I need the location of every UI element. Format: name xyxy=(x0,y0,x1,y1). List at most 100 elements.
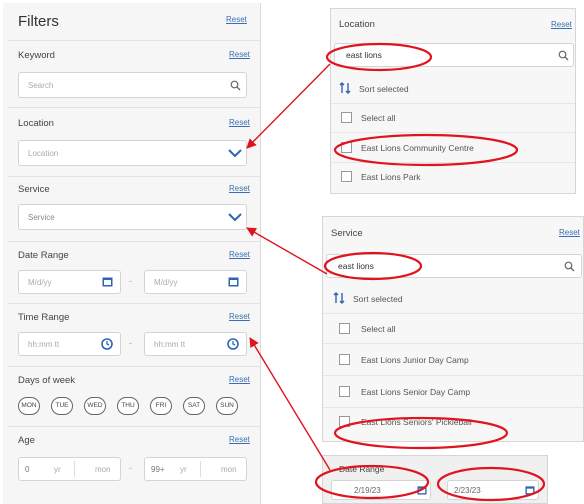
age-to-month-unit: mon xyxy=(221,465,237,474)
age-to-value: 99+ xyxy=(151,465,165,474)
location-sort-selected-button[interactable]: Sort selected xyxy=(359,84,409,94)
date-popup-to-input[interactable]: 2/23/23 xyxy=(447,480,539,500)
service-item-label: East Lions Senior Day Camp xyxy=(361,387,471,397)
date-to-input[interactable]: M/d/yy xyxy=(144,270,247,294)
location-select-all-checkbox[interactable] xyxy=(341,112,352,123)
time-range-separator: - xyxy=(129,338,132,348)
divider xyxy=(8,176,260,177)
service-sort-selected-button[interactable]: Sort selected xyxy=(353,294,403,304)
service-popup-reset-link[interactable]: Reset xyxy=(559,228,580,237)
divider xyxy=(323,343,583,344)
date-from-placeholder: M/d/yy xyxy=(28,278,52,287)
date-range-reset-link[interactable]: Reset xyxy=(229,250,250,259)
divider xyxy=(8,366,260,367)
age-separator: - xyxy=(129,463,132,473)
time-from-placeholder: hh:mm tt xyxy=(28,340,60,349)
service-reset-link[interactable]: Reset xyxy=(229,184,250,193)
time-to-placeholder: hh:mm tt xyxy=(154,340,186,349)
service-label: Service xyxy=(18,184,50,195)
service-item-checkbox[interactable] xyxy=(339,416,350,427)
date-popup-to-value: 2/23/23 xyxy=(454,486,481,495)
reset-all-link[interactable]: Reset xyxy=(226,15,247,24)
location-search-value: east lions xyxy=(346,50,382,60)
age-from-unit: yr xyxy=(54,465,61,474)
time-range-reset-link[interactable]: Reset xyxy=(229,312,250,321)
age-to-input[interactable]: 99+ yr mon xyxy=(144,457,247,481)
service-search-input[interactable]: east lions xyxy=(326,254,582,278)
service-item-checkbox[interactable] xyxy=(339,354,350,365)
day-toggle-mon[interactable]: MON xyxy=(18,397,40,415)
date-range-separator: - xyxy=(129,276,132,286)
days-of-week-label: Days of week xyxy=(18,375,76,386)
time-range-label: Time Range xyxy=(18,312,70,323)
service-dropdown[interactable]: Service xyxy=(18,204,247,230)
divider xyxy=(8,426,260,427)
location-item-label: East Lions Park xyxy=(361,172,421,182)
age-from-value: 0 xyxy=(25,465,30,474)
keyword-reset-link[interactable]: Reset xyxy=(229,50,250,59)
date-from-input[interactable]: M/d/yy xyxy=(18,270,121,294)
day-toggle-fri[interactable]: FRI xyxy=(150,397,172,415)
location-item-checkbox[interactable] xyxy=(341,142,352,153)
filters-title: Filters xyxy=(18,13,59,30)
divider xyxy=(200,461,201,477)
age-reset-link[interactable]: Reset xyxy=(229,435,250,444)
divider xyxy=(8,40,260,41)
service-filter-popup: Service Reset east lions Sort selected S… xyxy=(322,216,584,442)
day-toggle-tue[interactable]: TUE xyxy=(51,397,73,415)
sort-selected-icon xyxy=(333,292,347,304)
date-popup-from-value: 2/19/23 xyxy=(354,486,381,495)
clock-icon xyxy=(227,338,239,350)
calendar-icon xyxy=(417,486,427,495)
keyword-search-input[interactable]: Search xyxy=(18,72,247,98)
service-item-label: East Lions Junior Day Camp xyxy=(361,355,469,365)
day-toggle-sun[interactable]: SUN xyxy=(216,397,238,415)
location-item-label: East Lions Community Centre xyxy=(361,143,474,153)
date-range-label: Date Range xyxy=(18,250,69,261)
clock-icon xyxy=(101,338,113,350)
service-item-label: East Lions Seniors' Pickleball xyxy=(361,417,472,427)
date-to-placeholder: M/d/yy xyxy=(154,278,178,287)
chevron-down-icon xyxy=(228,149,242,158)
location-dropdown-value: Location xyxy=(28,149,59,158)
annotation-arrow xyxy=(249,337,331,471)
age-from-month-unit: mon xyxy=(95,465,111,474)
service-item-checkbox[interactable] xyxy=(339,386,350,397)
date-popup-from-input[interactable]: 2/19/23 xyxy=(331,480,431,500)
service-popup-title: Service xyxy=(331,228,363,239)
age-from-input[interactable]: 0 yr mon xyxy=(18,457,121,481)
divider xyxy=(323,407,583,408)
divider xyxy=(323,313,583,314)
divider xyxy=(8,241,260,242)
search-icon xyxy=(564,261,575,272)
service-select-all-label: Select all xyxy=(361,324,396,334)
location-search-input[interactable]: east lions xyxy=(334,43,574,67)
calendar-icon xyxy=(525,486,535,495)
search-icon xyxy=(558,50,569,61)
location-reset-link[interactable]: Reset xyxy=(229,118,250,127)
time-to-input[interactable]: hh:mm tt xyxy=(144,332,247,356)
chevron-down-icon xyxy=(228,213,242,222)
service-select-all-checkbox[interactable] xyxy=(339,323,350,334)
location-select-all-label: Select all xyxy=(361,113,396,123)
day-toggle-thu[interactable]: THU xyxy=(117,397,139,415)
divider xyxy=(8,303,260,304)
day-toggle-sat[interactable]: SAT xyxy=(183,397,205,415)
age-to-unit: yr xyxy=(180,465,187,474)
location-dropdown[interactable]: Location xyxy=(18,140,247,166)
day-toggle-wed[interactable]: WED xyxy=(84,397,106,415)
days-reset-link[interactable]: Reset xyxy=(229,375,250,384)
location-popup-reset-link[interactable]: Reset xyxy=(551,20,572,29)
sort-selected-icon xyxy=(339,82,353,94)
divider xyxy=(74,461,75,477)
keyword-placeholder: Search xyxy=(28,81,54,90)
divider xyxy=(8,107,260,108)
search-icon xyxy=(230,80,241,91)
time-from-input[interactable]: hh:mm tt xyxy=(18,332,121,356)
divider xyxy=(331,103,575,104)
divider xyxy=(331,132,575,133)
keyword-label: Keyword xyxy=(18,50,55,61)
service-dropdown-value: Service xyxy=(28,213,55,222)
divider xyxy=(331,162,575,163)
location-item-checkbox[interactable] xyxy=(341,171,352,182)
